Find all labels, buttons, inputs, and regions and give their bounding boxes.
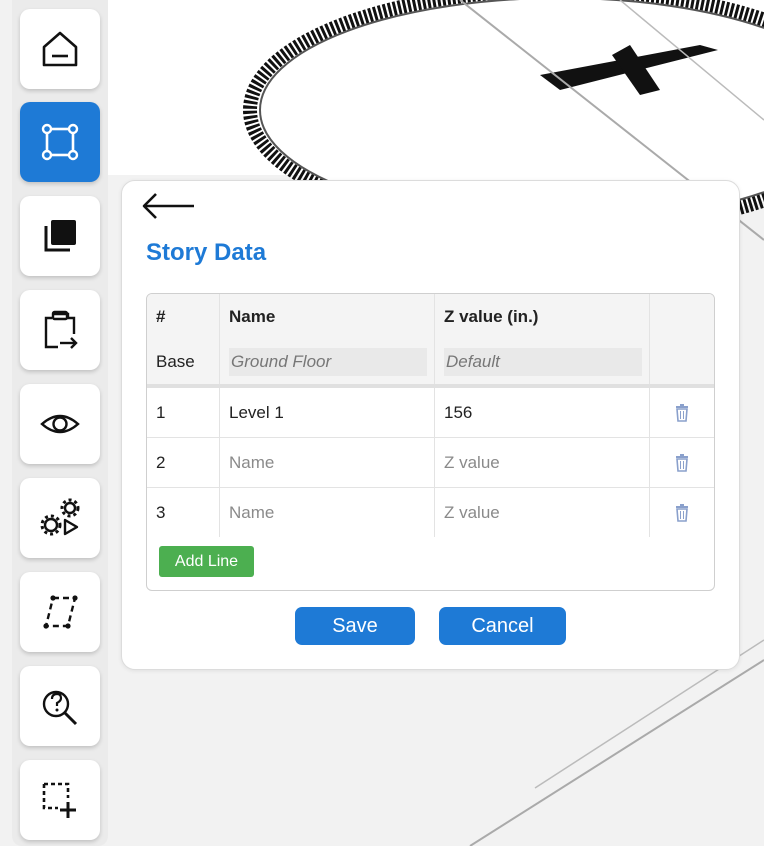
polygon-select-icon <box>41 123 79 161</box>
polygon-select-button[interactable] <box>20 102 100 182</box>
arrow-left-icon <box>142 193 194 219</box>
base-actions-cell <box>649 339 714 384</box>
inspect-button[interactable] <box>20 666 100 746</box>
trash-icon[interactable] <box>675 503 689 522</box>
eye-icon <box>40 414 80 434</box>
home-icon <box>42 31 78 67</box>
story-table: # Name Z value (in.) Base 1 <box>146 293 715 591</box>
table-row: 2 <box>147 438 714 488</box>
add-selection-icon <box>42 782 76 818</box>
table-row: 3 <box>147 488 714 537</box>
header-z-value: Z value (in.) <box>434 294 649 339</box>
row-index: 2 <box>156 452 166 472</box>
row-z-cell <box>434 388 649 437</box>
trash-icon[interactable] <box>675 453 689 472</box>
base-row: Base <box>147 339 714 388</box>
clipboard-export-button[interactable] <box>20 290 100 370</box>
row-actions-cell <box>649 388 714 437</box>
base-name-cell <box>219 339 434 384</box>
base-z-cell <box>434 339 649 384</box>
home-button[interactable] <box>20 9 100 89</box>
gears-play-button[interactable] <box>20 478 100 558</box>
row-z-input[interactable] <box>444 397 644 428</box>
row-z-cell <box>434 488 649 537</box>
header-index: # <box>156 306 166 326</box>
row-index: 1 <box>156 402 166 422</box>
row-actions-cell <box>649 488 714 537</box>
row-name-cell <box>219 438 434 487</box>
story-data-panel: Story Data # Name Z value (in.) Base 1 <box>121 180 740 670</box>
row-z-input[interactable] <box>444 447 644 478</box>
visibility-button[interactable] <box>20 384 100 464</box>
table-header: # Name Z value (in.) <box>147 294 714 339</box>
left-toolbar <box>12 0 108 846</box>
header-name: Name <box>219 294 434 339</box>
row-name-cell <box>219 388 434 437</box>
clipboard-export-icon <box>44 310 78 349</box>
back-button[interactable] <box>140 189 196 223</box>
add-selection-button[interactable] <box>20 760 100 840</box>
page-title: Story Data <box>146 239 267 266</box>
row-name-input[interactable] <box>229 497 429 528</box>
row-actions-cell <box>649 438 714 487</box>
cancel-button[interactable]: Cancel <box>439 607 566 645</box>
question-search-icon <box>42 690 78 726</box>
layers-icon <box>44 220 76 252</box>
row-name-input[interactable] <box>229 397 429 428</box>
base-label: Base <box>156 351 195 371</box>
base-z-input[interactable] <box>444 347 642 376</box>
header-actions <box>649 294 714 339</box>
save-button[interactable]: Save <box>295 607 415 645</box>
add-line-button[interactable]: Add Line <box>159 546 254 577</box>
base-name-input[interactable] <box>229 347 427 376</box>
layers-button[interactable] <box>20 196 100 276</box>
row-name-cell <box>219 488 434 537</box>
row-z-cell <box>434 438 649 487</box>
row-index: 3 <box>156 502 166 522</box>
row-name-input[interactable] <box>229 447 429 478</box>
parallelogram-button[interactable] <box>20 572 100 652</box>
trash-icon[interactable] <box>675 403 689 422</box>
parallelogram-icon <box>43 595 78 629</box>
table-row: 1 <box>147 388 714 438</box>
gears-play-icon <box>40 498 80 536</box>
row-z-input[interactable] <box>444 497 644 528</box>
